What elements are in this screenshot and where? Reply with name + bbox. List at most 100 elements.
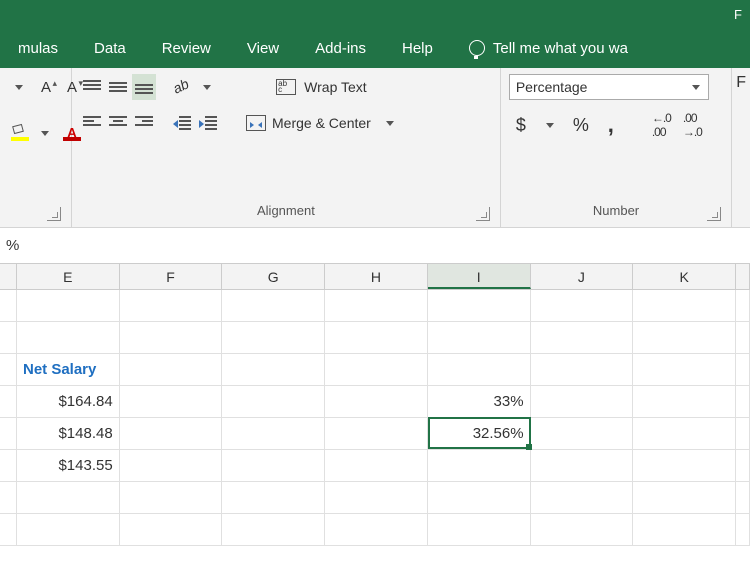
cell[interactable] — [222, 482, 325, 514]
percent-style-button[interactable]: % — [569, 112, 593, 138]
align-center-button[interactable] — [106, 110, 130, 136]
cell[interactable] — [222, 418, 325, 450]
cell[interactable] — [325, 514, 428, 546]
cell[interactable] — [531, 450, 634, 482]
cell[interactable] — [633, 514, 736, 546]
cell[interactable] — [222, 290, 325, 322]
cell[interactable] — [428, 514, 531, 546]
column-header-F[interactable]: F — [120, 264, 223, 289]
cell[interactable] — [736, 386, 750, 418]
tab-formulas-partial[interactable]: mulas — [0, 28, 76, 68]
dialog-launcher-icon[interactable] — [707, 207, 721, 221]
decrease-indent-button[interactable] — [170, 110, 194, 136]
tab-review[interactable]: Review — [144, 28, 229, 68]
cell[interactable] — [120, 290, 223, 322]
cell[interactable] — [325, 386, 428, 418]
cell[interactable]: 33% — [428, 386, 531, 418]
cell[interactable] — [531, 514, 634, 546]
number-format-select[interactable]: Percentage — [509, 74, 709, 100]
cell[interactable] — [325, 354, 428, 386]
cell[interactable] — [325, 482, 428, 514]
cell[interactable] — [120, 418, 223, 450]
cell[interactable] — [0, 354, 17, 386]
grow-font-button[interactable]: A — [34, 74, 58, 100]
cell[interactable] — [736, 354, 750, 386]
tab-data[interactable]: Data — [76, 28, 144, 68]
increase-indent-button[interactable] — [196, 110, 220, 136]
cell[interactable] — [428, 482, 531, 514]
cell[interactable] — [531, 322, 634, 354]
cell[interactable] — [120, 386, 223, 418]
cell[interactable] — [222, 514, 325, 546]
cell[interactable] — [325, 290, 428, 322]
column-header-J[interactable]: J — [531, 264, 634, 289]
cell[interactable]: Net Salary — [17, 354, 120, 386]
cell[interactable] — [633, 290, 736, 322]
font-size-dropdown[interactable] — [8, 74, 32, 100]
comma-style-button[interactable]: , — [599, 112, 623, 138]
column-header-end[interactable] — [736, 264, 750, 289]
cell[interactable] — [736, 290, 750, 322]
wrap-text-button[interactable]: Wrap Text — [240, 74, 403, 100]
cell[interactable] — [222, 322, 325, 354]
cell[interactable] — [0, 450, 17, 482]
cell[interactable] — [428, 322, 531, 354]
decrease-decimal-button[interactable]: .00→.0 — [680, 112, 705, 138]
column-header-G[interactable]: G — [222, 264, 325, 289]
tab-help[interactable]: Help — [384, 28, 451, 68]
cell[interactable] — [120, 450, 223, 482]
fill-color-dropdown[interactable] — [34, 120, 58, 146]
cell[interactable] — [428, 290, 531, 322]
cell[interactable]: $164.84 — [17, 386, 120, 418]
cell[interactable]: $143.55 — [17, 450, 120, 482]
cell[interactable] — [633, 418, 736, 450]
cell[interactable] — [325, 418, 428, 450]
align-right-button[interactable] — [132, 110, 156, 136]
cell[interactable] — [120, 322, 223, 354]
cell[interactable] — [0, 386, 17, 418]
cell[interactable] — [0, 482, 17, 514]
fill-color-button[interactable] — [8, 120, 32, 146]
column-header-H[interactable]: H — [325, 264, 428, 289]
column-header-partial[interactable] — [0, 264, 17, 289]
cell[interactable] — [17, 514, 120, 546]
cell[interactable] — [633, 354, 736, 386]
dialog-launcher-icon[interactable] — [476, 207, 490, 221]
cell[interactable] — [531, 354, 634, 386]
cell[interactable] — [633, 386, 736, 418]
tell-me-search[interactable]: Tell me what you wa — [451, 40, 628, 57]
cell[interactable] — [325, 322, 428, 354]
cell[interactable] — [222, 386, 325, 418]
cell[interactable] — [17, 322, 120, 354]
cell[interactable] — [428, 354, 531, 386]
cell[interactable] — [17, 482, 120, 514]
cell[interactable] — [633, 450, 736, 482]
orientation-button[interactable] — [170, 74, 194, 100]
cell[interactable] — [0, 418, 17, 450]
column-header-E[interactable]: E — [17, 264, 120, 289]
cell[interactable] — [531, 290, 634, 322]
cell[interactable] — [120, 514, 223, 546]
cell[interactable] — [428, 450, 531, 482]
cell[interactable] — [120, 482, 223, 514]
cell[interactable] — [120, 354, 223, 386]
formula-bar[interactable]: % — [0, 228, 750, 264]
merge-dropdown[interactable] — [379, 110, 403, 136]
cell[interactable]: 32.56% — [428, 418, 531, 450]
cell[interactable] — [222, 450, 325, 482]
cell[interactable] — [736, 322, 750, 354]
align-left-button[interactable] — [80, 110, 104, 136]
cell[interactable] — [0, 322, 17, 354]
column-header-K[interactable]: K — [633, 264, 736, 289]
increase-decimal-button[interactable]: ←.0.00 — [649, 112, 674, 138]
cell[interactable] — [531, 418, 634, 450]
align-bottom-button[interactable] — [132, 74, 156, 100]
cell[interactable] — [531, 482, 634, 514]
align-top-button[interactable] — [80, 74, 104, 100]
cell[interactable] — [325, 450, 428, 482]
cell[interactable] — [17, 290, 120, 322]
grid-body[interactable]: Net Salary$164.8433%$148.4832.56%$143.55 — [0, 290, 750, 546]
cell[interactable] — [736, 450, 750, 482]
merge-center-button[interactable]: Merge & Center — [240, 110, 377, 136]
accounting-dropdown[interactable] — [539, 112, 563, 138]
